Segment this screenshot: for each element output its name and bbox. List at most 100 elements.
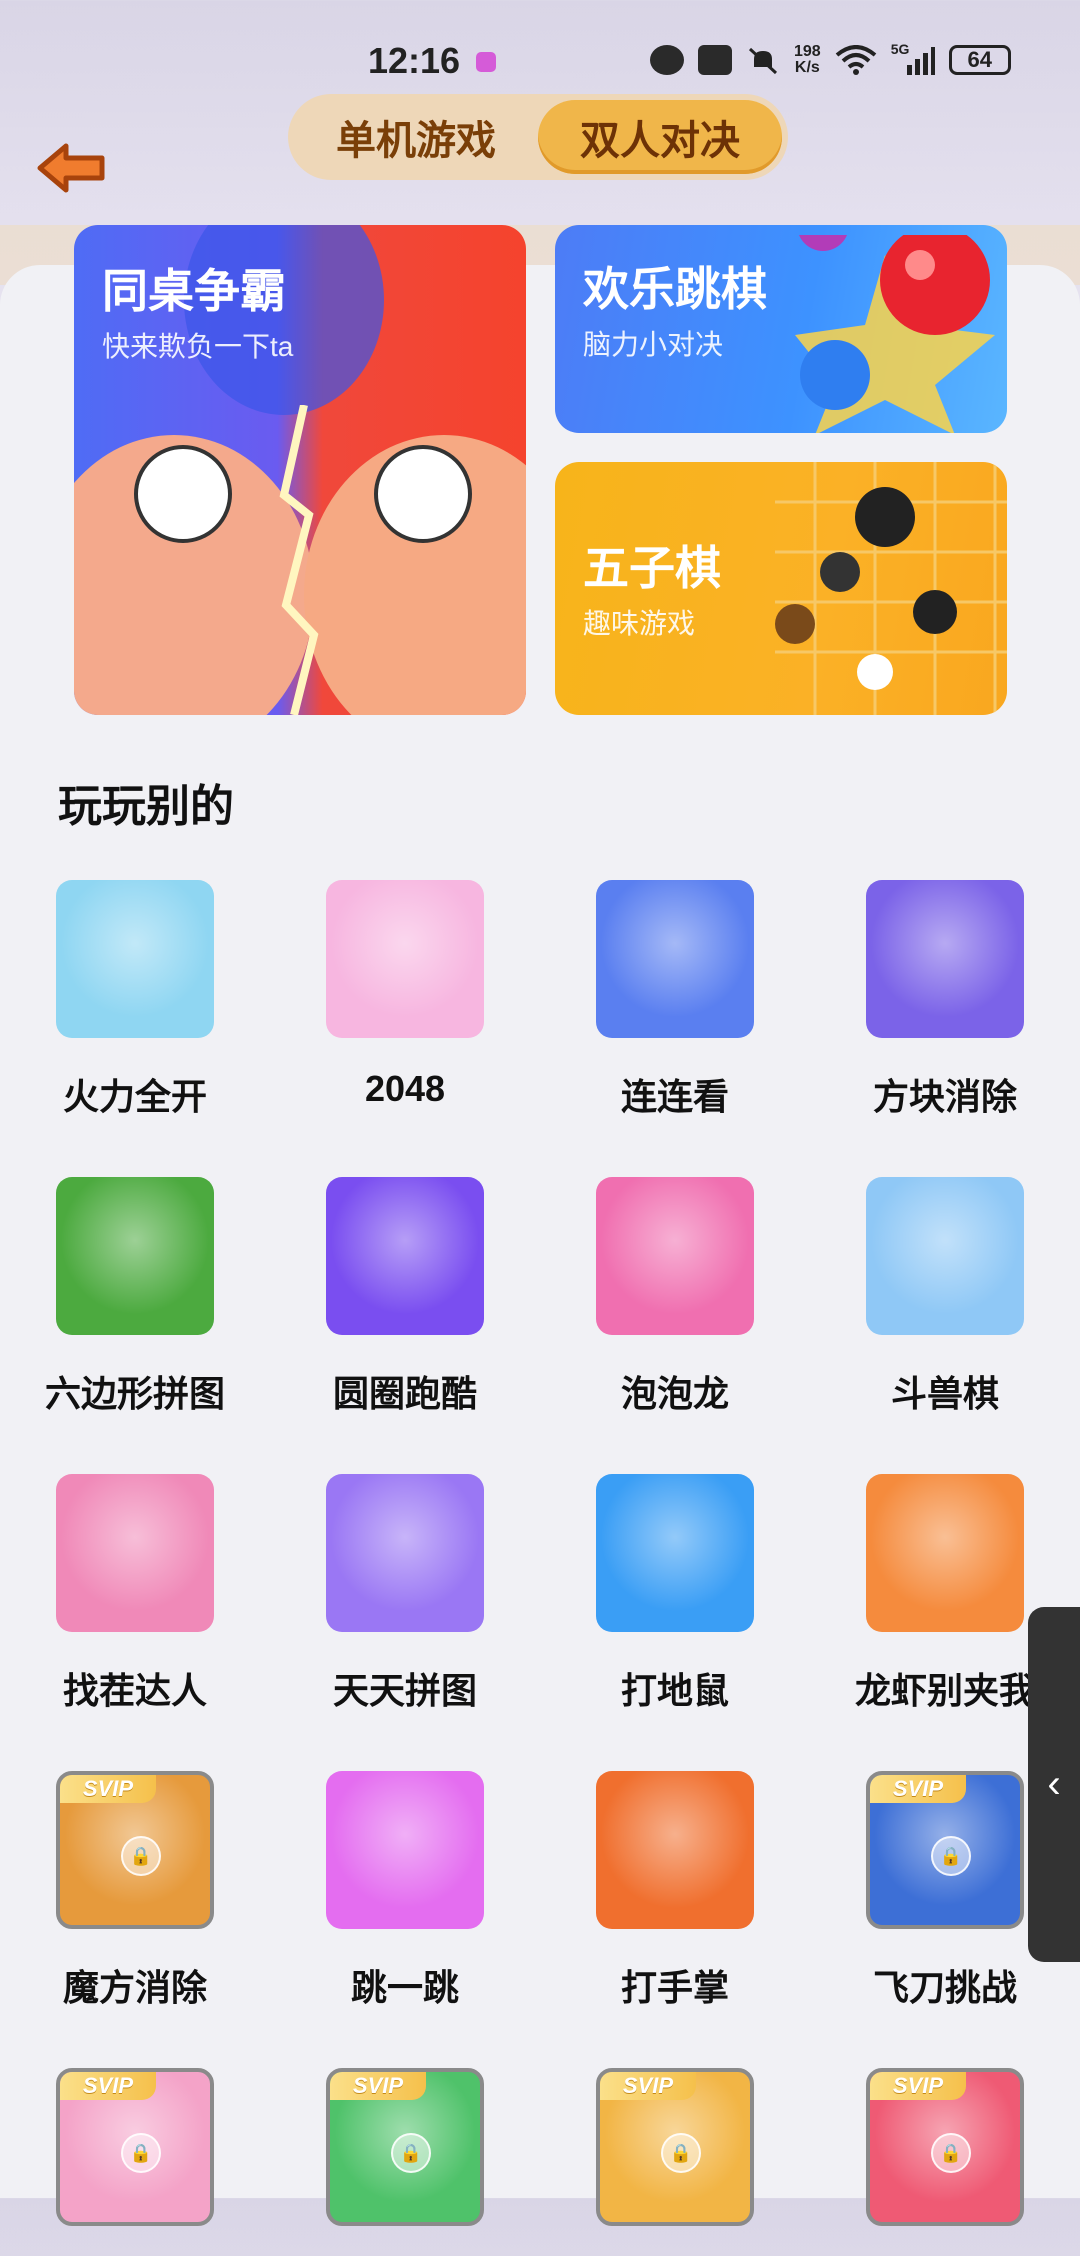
svip-badge: SVIP (60, 2072, 156, 2100)
game-item[interactable]: SVIP 🔒 (0, 2068, 270, 2256)
game-item[interactable]: SVIP 🔒 (810, 2068, 1080, 2256)
svip-badge: SVIP (60, 1775, 156, 1803)
status-icons: 198 K/s 5G 64 (650, 41, 1011, 76)
network-type: 5G (890, 41, 910, 57)
game-icon: SVIP 🔒 (596, 2068, 754, 2226)
svip-badge: SVIP (330, 2072, 426, 2100)
back-arrow-icon[interactable] (36, 140, 108, 196)
lock-icon: 🔒 (931, 1836, 971, 1876)
game-item[interactable]: SVIP 🔒 魔方消除 (0, 1771, 270, 2011)
game-label: 2048 (364, 1068, 446, 1109)
lightning-icon (279, 405, 319, 715)
card-subtitle: 快来欺负一下ta (102, 331, 294, 362)
lock-icon: 🔒 (391, 2133, 431, 2173)
data-saver-icon (650, 45, 684, 75)
card-subtitle: 趣味游戏 (583, 608, 696, 639)
camera-icon (698, 45, 732, 75)
featured-card-checkers[interactable]: 欢乐跳棋 脑力小对决 (555, 225, 1007, 433)
game-icon (326, 1771, 484, 1929)
game-label: 方块消除 (872, 1076, 1017, 1117)
game-item[interactable]: 方块消除 (810, 880, 1080, 1120)
chevron-left-icon: ‹ (1047, 1762, 1061, 1806)
game-item[interactable]: 2048 (270, 880, 540, 1110)
card-title: 五子棋 (583, 542, 721, 594)
game-item[interactable]: 圆圈跑酷 (270, 1177, 540, 1417)
game-icon (596, 1177, 754, 1335)
game-label: 飞刀挑战 (872, 1967, 1017, 2008)
game-label: 火力全开 (62, 1076, 207, 1117)
game-item[interactable]: 连连看 (540, 880, 810, 1120)
game-icon: SVIP 🔒 (56, 2068, 214, 2226)
game-label: 连连看 (620, 1076, 729, 1117)
mode-tabs: 单机游戏 双人对决 (288, 94, 788, 180)
signal-icon: 5G (891, 41, 935, 75)
game-label: 泡泡龙 (620, 1373, 729, 1414)
tab-two-player[interactable]: 双人对决 (538, 100, 782, 174)
checkers-star-icon (795, 235, 995, 433)
game-icon (326, 1474, 484, 1632)
game-label: 跳一跳 (350, 1967, 459, 2008)
game-label: 打手掌 (620, 1967, 729, 2008)
game-item[interactable]: SVIP 🔒 (540, 2068, 810, 2256)
game-icon (596, 1474, 754, 1632)
svip-badge: SVIP (600, 2072, 696, 2100)
game-icon (56, 1177, 214, 1335)
card-title: 欢乐跳棋 (583, 263, 767, 315)
wifi-icon (835, 45, 877, 75)
eye-left (134, 445, 232, 543)
card-title: 同桌争霸 (102, 265, 286, 317)
game-item[interactable]: 找茬达人 (0, 1474, 270, 1714)
gomoku-board-icon (775, 462, 1007, 715)
game-label: 打地鼠 (620, 1670, 729, 1711)
lock-icon: 🔒 (931, 2133, 971, 2173)
game-item[interactable]: 打手掌 (540, 1771, 810, 2011)
notification-icon (476, 52, 496, 72)
speed-unit: K/s (794, 59, 820, 76)
featured-card-tongzhuo[interactable]: 同桌争霸 快来欺负一下ta (74, 225, 526, 715)
game-icon (866, 880, 1024, 1038)
game-icon (866, 1474, 1024, 1632)
tab-single-player[interactable]: 单机游戏 (294, 100, 538, 174)
mute-icon (746, 45, 780, 75)
featured-card-gomoku[interactable]: 五子棋 趣味游戏 (555, 462, 1007, 715)
game-item[interactable]: SVIP 🔒 (270, 2068, 540, 2256)
side-panel-handle[interactable]: ‹ (1028, 1607, 1080, 1962)
svip-badge: SVIP (870, 2072, 966, 2100)
game-icon (56, 880, 214, 1038)
game-item[interactable]: 火力全开 (0, 880, 270, 1120)
game-item[interactable]: 跳一跳 (270, 1771, 540, 2011)
game-icon (326, 1177, 484, 1335)
game-label: 找茬达人 (62, 1670, 207, 1711)
game-icon: SVIP 🔒 (866, 1771, 1024, 1929)
game-label: 斗兽棋 (890, 1373, 999, 1414)
game-icon (326, 880, 484, 1038)
game-label: 六边形拼图 (44, 1373, 225, 1414)
game-icon (866, 1177, 1024, 1335)
game-item[interactable]: 打地鼠 (540, 1474, 810, 1714)
svip-badge: SVIP (870, 1775, 966, 1803)
game-icon (596, 1771, 754, 1929)
status-bar: 12:16 198 K/s 5G 64 (0, 40, 1080, 90)
game-label: 圆圈跑酷 (332, 1373, 477, 1414)
card-subtitle: 脑力小对决 (583, 329, 724, 360)
game-icon: SVIP 🔒 (866, 2068, 1024, 2226)
game-icon (596, 880, 754, 1038)
game-icon: SVIP 🔒 (56, 1771, 214, 1929)
section-title: 玩玩别的 (58, 782, 234, 831)
game-item[interactable]: 斗兽棋 (810, 1177, 1080, 1417)
game-item[interactable]: 六边形拼图 (0, 1177, 270, 1417)
game-label: 天天拼图 (332, 1670, 477, 1711)
game-item[interactable]: 泡泡龙 (540, 1177, 810, 1417)
game-label: 魔方消除 (62, 1967, 207, 2008)
battery-indicator: 64 (948, 45, 1011, 75)
lock-icon: 🔒 (661, 2133, 701, 2173)
game-item[interactable]: 天天拼图 (270, 1474, 540, 1714)
game-icon (56, 1474, 214, 1632)
status-time: 12:16 (368, 40, 461, 81)
lock-icon: 🔒 (121, 2133, 161, 2173)
network-speed: 198 K/s (794, 44, 821, 76)
eye-right (374, 445, 472, 543)
lock-icon: 🔒 (121, 1836, 161, 1876)
speed-value: 198 (794, 43, 821, 60)
game-icon: SVIP 🔒 (326, 2068, 484, 2226)
